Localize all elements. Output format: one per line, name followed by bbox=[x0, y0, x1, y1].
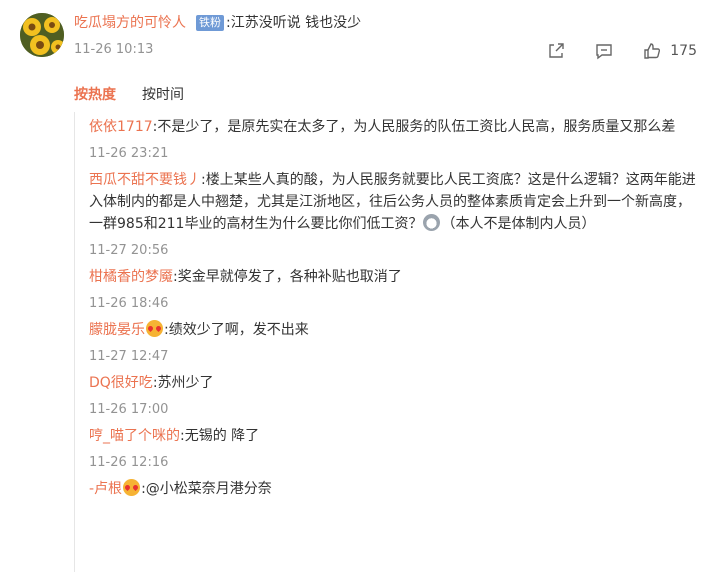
post-header: 吃瓜塌方的可怜人 铁粉:江苏没听说 钱也没少 bbox=[74, 12, 361, 34]
reply-content: DQ很好吃:苏州少了 bbox=[89, 372, 704, 394]
reply-content: 西瓜不甜不要钱丿:楼上某些人真的酸，为人民服务就要比人民工资底？这是什么逻辑？这… bbox=[89, 169, 704, 235]
reply-body: :奖金早就停发了，各种补贴也取消了 bbox=[173, 269, 402, 285]
reply-body: :绩效少了啊，发不出来 bbox=[164, 322, 309, 338]
reply-body: :@小松菜奈月港分奈 bbox=[141, 481, 272, 497]
like-count: 175 bbox=[670, 43, 697, 59]
reply-time: 11-26 17:00 bbox=[89, 402, 169, 417]
reply-body: :无锡的 降了 bbox=[180, 428, 260, 444]
reply-username[interactable]: 柑橘香的梦魇 bbox=[89, 269, 173, 285]
reply-content: -卢根 :@小松菜奈月港分奈 bbox=[89, 478, 704, 500]
reply-username[interactable]: 依依1717 bbox=[89, 119, 153, 135]
reply-list: 依依1717:不是少了，是原先实在太多了，为人民服务的队伍工资比人民高，服务质量… bbox=[74, 112, 704, 572]
reply-body: :不是少了，是原先实在太多了，为人民服务的队伍工资比人民高，服务质量又那么差 bbox=[152, 119, 676, 135]
heart-eyes-emoji-icon bbox=[146, 320, 163, 337]
reply-username[interactable]: 朦胧晏乐 bbox=[89, 322, 145, 338]
reply-username[interactable]: -卢根 bbox=[89, 481, 122, 497]
comment-icon[interactable] bbox=[594, 41, 614, 61]
reply-content: 依依1717:不是少了，是原先实在太多了，为人民服务的队伍工资比人民高，服务质量… bbox=[89, 116, 704, 138]
reply-item: 依依1717:不是少了，是原先实在太多了，为人民服务的队伍工资比人民高，服务质量… bbox=[89, 116, 704, 163]
reply-time: 11-26 23:21 bbox=[89, 146, 169, 161]
reply-content: 朦胧晏乐 :绩效少了啊，发不出来 bbox=[89, 319, 704, 341]
reply-body-tail: （本人不是体制内人员） bbox=[441, 216, 596, 232]
reply-time: 11-27 20:56 bbox=[89, 243, 169, 258]
reply-item: DQ很好吃:苏州少了 11-26 17:00 bbox=[89, 372, 704, 419]
post-time: 11-26 10:13 bbox=[74, 42, 154, 57]
reply-time: 11-26 12:16 bbox=[89, 455, 169, 470]
reply-time: 11-26 18:46 bbox=[89, 296, 169, 311]
reply-username[interactable]: DQ很好吃 bbox=[89, 375, 153, 391]
husky-emoji-icon bbox=[423, 214, 441, 231]
heart-eyes-emoji-icon bbox=[123, 479, 141, 496]
avatar[interactable] bbox=[20, 13, 64, 57]
reply-item: 朦胧晏乐 :绩效少了啊，发不出来 11-27 12:47 bbox=[89, 319, 704, 366]
share-icon[interactable] bbox=[546, 41, 566, 61]
tab-sort-by-time[interactable]: 按时间 bbox=[142, 84, 184, 104]
fan-badge: 铁粉 bbox=[196, 15, 224, 31]
post-text: :江苏没听说 钱也没少 bbox=[226, 15, 362, 31]
reply-username[interactable]: 西瓜不甜不要钱丿 bbox=[89, 172, 201, 188]
sunflower-avatar-image bbox=[20, 13, 64, 57]
sort-tabs: 按热度 按时间 bbox=[74, 84, 184, 104]
reply-item: 西瓜不甜不要钱丿:楼上某些人真的酸，为人民服务就要比人民工资底？这是什么逻辑？这… bbox=[89, 169, 704, 260]
reply-item: 柑橘香的梦魇:奖金早就停发了，各种补贴也取消了 11-26 18:46 bbox=[89, 266, 704, 313]
reply-username[interactable]: 哼_喵了个咪的 bbox=[89, 428, 180, 444]
post-username[interactable]: 吃瓜塌方的可怜人 bbox=[74, 15, 186, 31]
reply-content: 柑橘香的梦魇:奖金早就停发了，各种补贴也取消了 bbox=[89, 266, 704, 288]
tab-sort-by-hot[interactable]: 按热度 bbox=[74, 84, 116, 104]
reply-body: :苏州少了 bbox=[152, 375, 214, 391]
reply-content: 哼_喵了个咪的:无锡的 降了 bbox=[89, 425, 704, 447]
reply-time: 11-27 12:47 bbox=[89, 349, 169, 364]
reply-item: 哼_喵了个咪的:无锡的 降了 11-26 12:16 bbox=[89, 425, 704, 472]
reply-item: -卢根 :@小松菜奈月港分奈 bbox=[89, 478, 704, 500]
like-icon[interactable] bbox=[642, 41, 662, 61]
post-actions: 175 bbox=[518, 41, 697, 61]
